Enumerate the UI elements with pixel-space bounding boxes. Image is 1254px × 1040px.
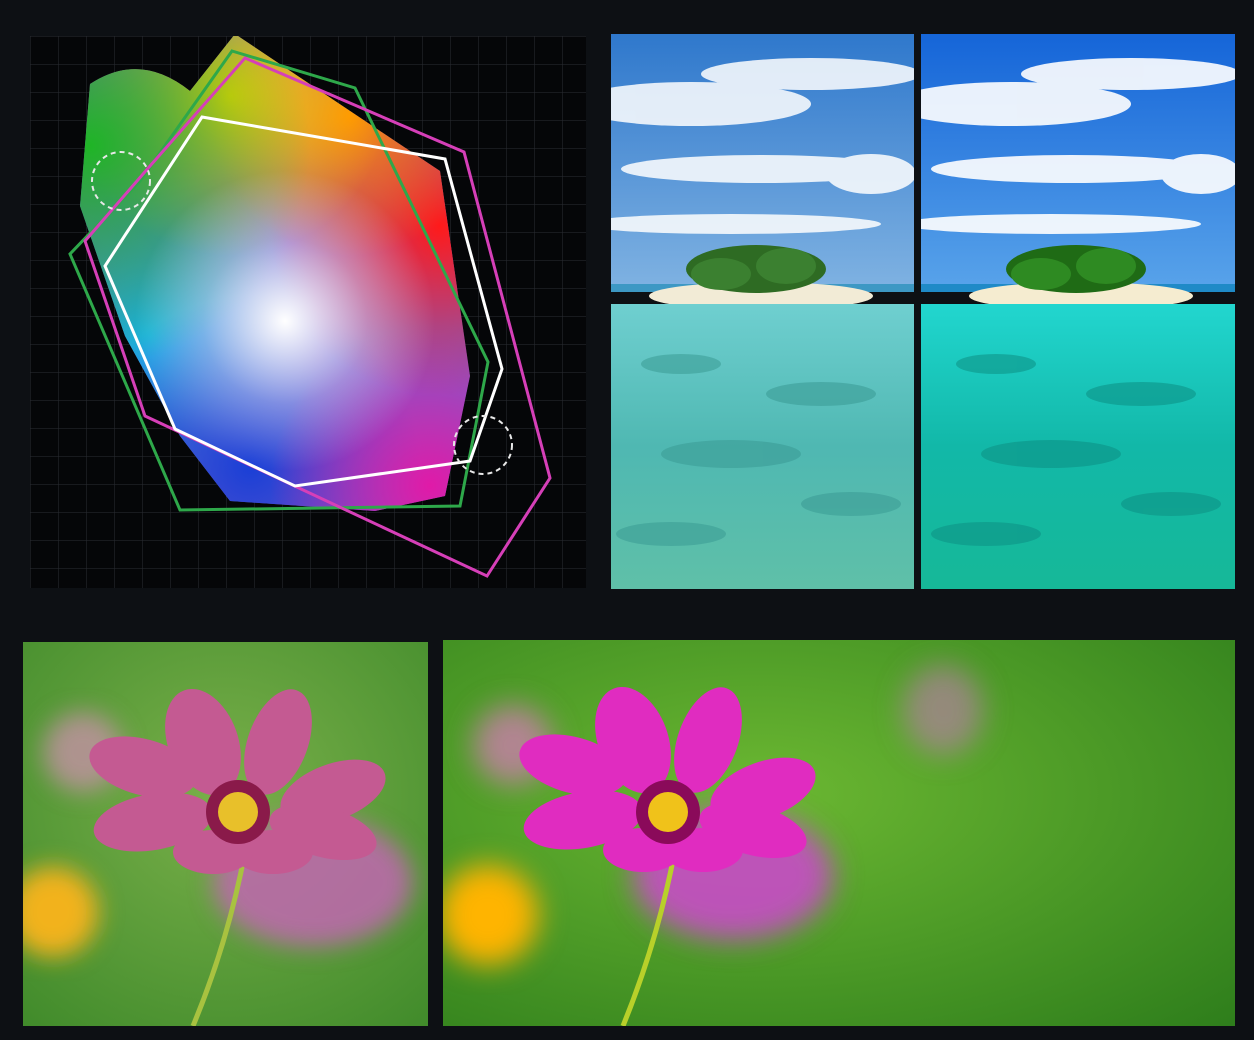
island-photo-muted-image [611,34,914,589]
island-photo-vivid [921,34,1235,589]
flower-photo-vivid [443,640,1235,1026]
island-photo-muted [611,34,914,589]
island-photo-vivid-image [921,34,1235,589]
flower-photo-muted [23,642,428,1026]
flower-photo-muted-image [23,642,428,1026]
flower-photo-vivid-image [443,640,1235,1026]
color-gamut-diagram [30,36,586,588]
color-gamut-panel [30,36,586,588]
